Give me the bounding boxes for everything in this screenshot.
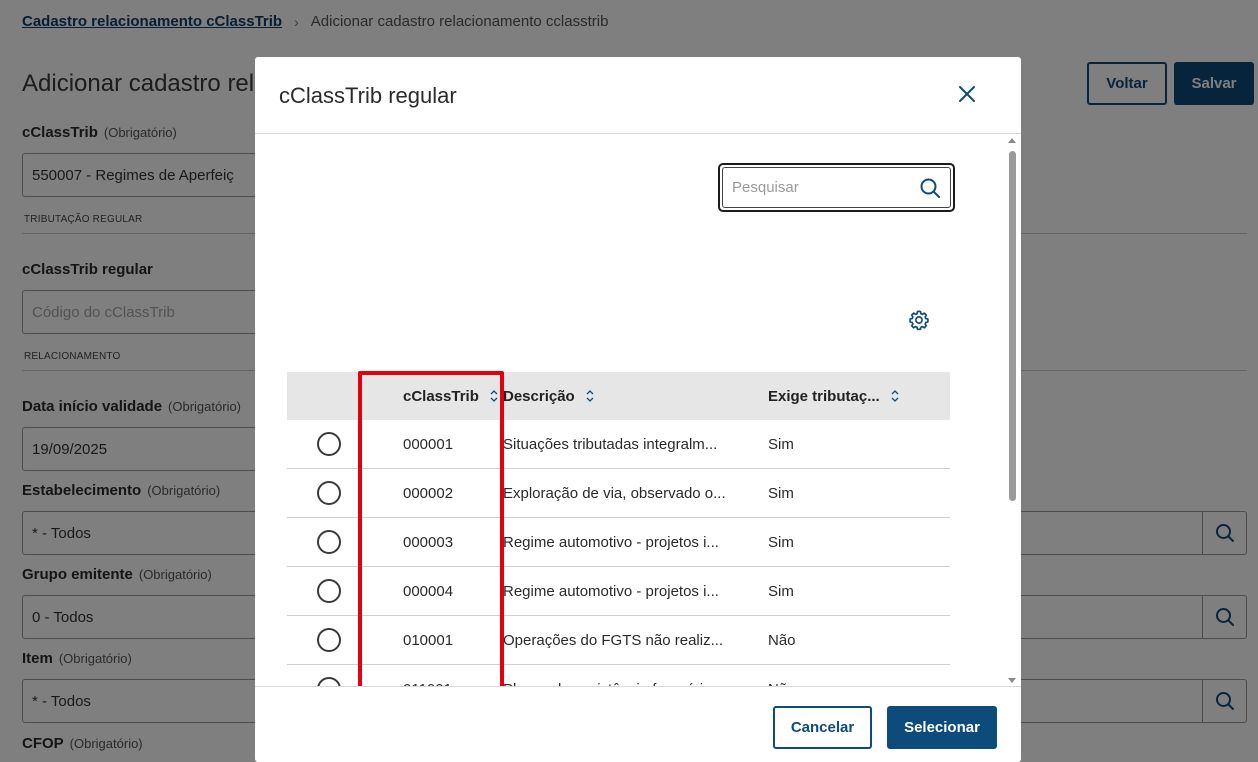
table-row[interactable]: 011001Planos de assistência funerária...… <box>287 665 950 686</box>
search-input-box <box>722 167 951 208</box>
header-descricao[interactable]: Descrição <box>503 388 768 405</box>
header-cclasstrib[interactable]: cClassTrib <box>371 388 503 405</box>
table-row[interactable]: 000003 Regime automotivo - projetos i... S… <box>287 518 950 567</box>
row-select-cell <box>287 481 371 505</box>
table-row[interactable]: 000001 Situações tributadas integralm... S… <box>287 420 950 469</box>
cclasstrib-regular-modal: cClassTrib regular cClassTrib <box>255 57 1021 762</box>
search-icon[interactable] <box>919 177 941 199</box>
modal-header: cClassTrib regular <box>255 57 1021 134</box>
sort-icon[interactable] <box>585 389 595 403</box>
row-radio-button[interactable] <box>317 530 341 554</box>
cell-cclasstrib: 000003 <box>403 533 454 551</box>
modal-body: cClassTrib Descrição Exige tributaç... 0… <box>255 135 1021 686</box>
header-exige-tributacao[interactable]: Exige tributaç... <box>768 388 918 405</box>
row-select-cell <box>287 579 371 603</box>
scroll-up-arrow-icon[interactable] <box>1008 138 1016 143</box>
cell-cclasstrib: 000002 <box>403 484 454 502</box>
cell-cclasstrib: 010001 <box>403 631 454 649</box>
row-select-cell <box>287 432 371 456</box>
cell-descricao: Regime automotivo - projetos i... <box>503 582 719 600</box>
table-row[interactable]: 000004 Regime automotivo - projetos i... S… <box>287 567 950 616</box>
cell-exige-tributacao: Não <box>768 631 796 649</box>
select-button[interactable]: Selecionar <box>887 706 997 749</box>
search-input[interactable] <box>732 179 912 196</box>
table-body: 000001 Situações tributadas integralm... S… <box>287 420 950 686</box>
cell-exige-tributacao: Sim <box>768 484 794 502</box>
modal-title: cClassTrib regular <box>279 83 457 108</box>
cell-descricao: Operações do FGTS não realiz... <box>503 631 724 649</box>
gear-icon[interactable] <box>908 309 930 331</box>
cell-descricao: Regime automotivo - projetos i... <box>503 533 719 551</box>
modal-footer: Cancelar Selecionar <box>255 686 1021 762</box>
search-field[interactable] <box>718 163 955 212</box>
close-icon[interactable] <box>955 82 979 106</box>
row-radio-button[interactable] <box>317 677 341 686</box>
row-select-cell <box>287 628 371 652</box>
cell-descricao: Situações tributadas integralm... <box>503 435 718 453</box>
sort-icon[interactable] <box>489 389 499 403</box>
sort-icon[interactable] <box>890 389 900 403</box>
scroll-down-arrow-icon[interactable] <box>1008 678 1016 683</box>
header-exige-label: Exige tributaç... <box>768 387 880 405</box>
scrollbar-thumb[interactable] <box>1009 151 1016 501</box>
row-radio-button[interactable] <box>317 579 341 603</box>
row-select-cell <box>287 530 371 554</box>
row-select-cell <box>287 677 371 686</box>
cell-exige-tributacao: Sim <box>768 582 794 600</box>
cell-exige-tributacao: Sim <box>768 435 794 453</box>
cell-descricao: Exploração de via, observado o... <box>503 484 726 502</box>
table-row[interactable]: 010001 Operações do FGTS não realiz... Não <box>287 616 950 665</box>
scrollbar[interactable] <box>1004 135 1021 686</box>
header-cclasstrib-label: cClassTrib <box>403 387 479 405</box>
row-radio-button[interactable] <box>317 432 341 456</box>
row-radio-button[interactable] <box>317 481 341 505</box>
cell-cclasstrib: 000001 <box>403 435 454 453</box>
cell-exige-tributacao: Sim <box>768 533 794 551</box>
cell-cclasstrib: 000004 <box>403 582 454 600</box>
cancel-button[interactable]: Cancelar <box>773 706 872 749</box>
header-descricao-label: Descrição <box>503 387 575 405</box>
row-radio-button[interactable] <box>317 628 341 652</box>
table-row[interactable]: 000002 Exploração de via, observado o... S… <box>287 469 950 518</box>
table-header: cClassTrib Descrição Exige tributaç... <box>287 372 950 420</box>
cclasstrib-table: cClassTrib Descrição Exige tributaç... 0… <box>287 372 950 686</box>
